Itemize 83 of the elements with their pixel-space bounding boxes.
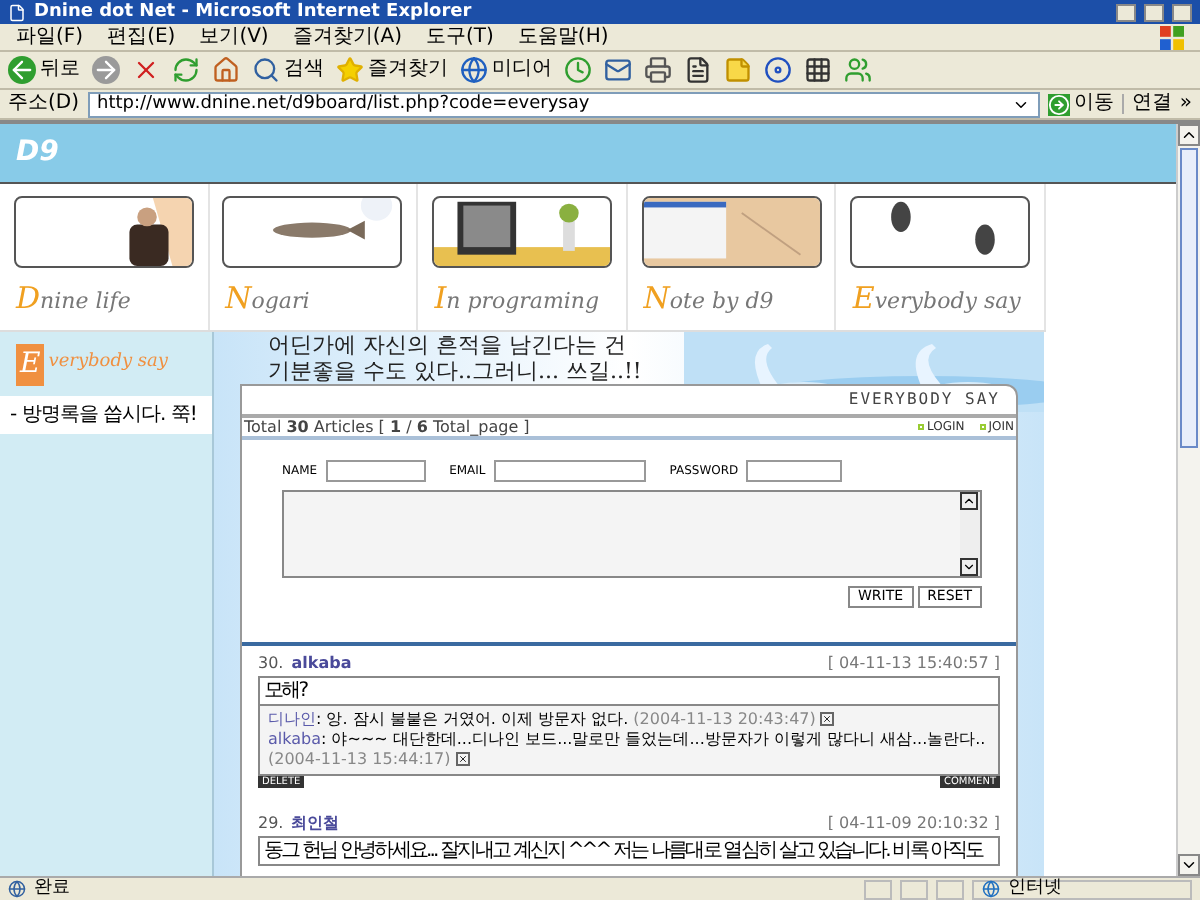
delete-comment-icon[interactable] bbox=[820, 712, 835, 727]
nav-tab[interactable]: In programing bbox=[418, 184, 628, 330]
nav-tab[interactable]: Note by d9 bbox=[627, 184, 837, 330]
menu-item[interactable]: 도구(T) bbox=[426, 27, 494, 47]
scroll-thumb[interactable] bbox=[1180, 148, 1198, 448]
status-pane bbox=[864, 879, 892, 899]
scroll-down-icon[interactable] bbox=[960, 558, 978, 576]
menu-item[interactable]: 도움말(H) bbox=[517, 27, 609, 47]
app-icon bbox=[8, 3, 26, 21]
refresh-icon[interactable] bbox=[172, 56, 200, 84]
board-title: EVERYBODY SAY bbox=[848, 388, 1000, 412]
post-number: 30. bbox=[258, 652, 284, 676]
post-author: alkaba bbox=[291, 652, 354, 676]
comment-text: alkaba: 야~~~ 대단한데...디나인 보드...말로만 들었는데...방문자가 이렇게 많다니 새삼...놀란다.. (2004-11-13 15:44:17) bbox=[268, 730, 988, 770]
toolbar-button[interactable]: 미디어 bbox=[460, 56, 552, 84]
nav-tab[interactable]: Everybody say bbox=[836, 184, 1046, 330]
go-arrow-icon bbox=[1047, 93, 1070, 115]
mail-icon[interactable] bbox=[604, 56, 632, 84]
post-author: 최인철 bbox=[291, 812, 342, 836]
disc-icon[interactable] bbox=[764, 56, 792, 84]
sidebar-link[interactable]: - 방명록을 씁시다. 쭉! bbox=[0, 396, 212, 434]
star-icon bbox=[336, 56, 364, 84]
post-body: 동그 헌님 안녕하세요... 잘지내고 계신지 ^^^ 저는 나름대로 열심히 살고 있습니다. 비록 아직도 bbox=[262, 838, 985, 864]
address-label: 주소(D) bbox=[8, 94, 80, 114]
email-field[interactable] bbox=[493, 460, 646, 482]
back-icon bbox=[8, 56, 36, 84]
password-field[interactable] bbox=[746, 460, 843, 482]
nav-label: Everybody say bbox=[852, 278, 1021, 320]
menu-item[interactable]: 보기(V) bbox=[199, 27, 269, 47]
toolbar-button[interactable]: 검색 bbox=[252, 56, 324, 84]
heading-line: 기분좋을 수도 있다..그러니... 쓰길..!! bbox=[268, 358, 644, 384]
page-icon bbox=[8, 880, 26, 898]
section-logo: E verybody say bbox=[0, 332, 212, 396]
post-number: 29. bbox=[258, 812, 284, 836]
post-date: [ 04-11-09 20:10:32 ] bbox=[827, 812, 1000, 836]
bullet-icon bbox=[918, 424, 925, 430]
windows-logo-icon bbox=[1160, 25, 1184, 49]
heading-line: 어딘가에 자신의 흔적을 남긴다는 건 bbox=[268, 332, 628, 358]
maximize-button[interactable] bbox=[1144, 3, 1164, 21]
address-field[interactable]: http://www.dnine.net/d9board/list.php?code=everysay bbox=[87, 91, 1040, 117]
window-title: Dnine dot Net - Microsoft Internet Explorer bbox=[34, 3, 474, 21]
menu-item[interactable]: 편집(E) bbox=[107, 27, 176, 47]
close-button[interactable] bbox=[1172, 3, 1192, 21]
nav-label: Dnine life bbox=[16, 278, 131, 320]
zone-text: 인터넷 bbox=[1008, 880, 1062, 898]
nav-tab[interactable]: Nogari bbox=[209, 184, 419, 330]
nav-tab[interactable]: Dnine life bbox=[0, 184, 210, 330]
toolbar-button[interactable]: 뒤로 bbox=[8, 56, 80, 84]
scroll-down-icon[interactable] bbox=[1178, 854, 1200, 876]
edit-icon[interactable] bbox=[684, 56, 712, 84]
globe-icon bbox=[460, 56, 488, 84]
forward-icon[interactable] bbox=[92, 56, 120, 84]
print-icon[interactable] bbox=[644, 56, 672, 84]
history-icon[interactable] bbox=[564, 56, 592, 84]
nav-label: Note by d9 bbox=[643, 278, 774, 320]
delete-comment-icon[interactable] bbox=[455, 752, 470, 767]
messenger-icon[interactable] bbox=[844, 56, 872, 84]
links-label[interactable]: 연결 bbox=[1121, 94, 1172, 114]
stop-icon[interactable] bbox=[132, 56, 160, 84]
more-chevron[interactable]: » bbox=[1179, 94, 1192, 114]
comment-text: 디나인: 앙. 잠시 불붙은 거였어. 이제 방문자 없다. (2004-11-13 20:43:47) bbox=[268, 710, 990, 730]
go-button[interactable]: 이동 bbox=[1047, 93, 1114, 115]
scroll-up-icon[interactable] bbox=[960, 492, 978, 510]
nav-label: In programing bbox=[434, 278, 600, 320]
nav-label: Nogari bbox=[225, 278, 310, 320]
article-count: Total 30 Articles [ 1 / 6 Total_page ] bbox=[244, 415, 532, 439]
home-icon[interactable] bbox=[212, 56, 240, 84]
post-date: [ 04-11-13 15:40:57 ] bbox=[827, 652, 1000, 676]
status-pane bbox=[900, 879, 928, 899]
minimize-button[interactable] bbox=[1116, 3, 1136, 21]
menu-item[interactable]: 즐겨찾기(A) bbox=[292, 27, 402, 47]
bullet-icon bbox=[980, 424, 987, 430]
internet-zone-icon bbox=[982, 880, 1000, 898]
name-field[interactable] bbox=[325, 460, 426, 482]
scrollbar[interactable] bbox=[1176, 124, 1200, 876]
post-body: 모해? bbox=[262, 678, 310, 704]
menu-item[interactable]: 파일(F) bbox=[16, 27, 84, 47]
toolbar-button[interactable]: 즐겨찾기 bbox=[336, 56, 448, 84]
search-icon bbox=[252, 56, 280, 84]
status-pane bbox=[936, 879, 964, 899]
status-text: 완료 bbox=[34, 880, 72, 898]
grid-icon[interactable] bbox=[804, 56, 832, 84]
scroll-up-icon[interactable] bbox=[1178, 124, 1200, 146]
